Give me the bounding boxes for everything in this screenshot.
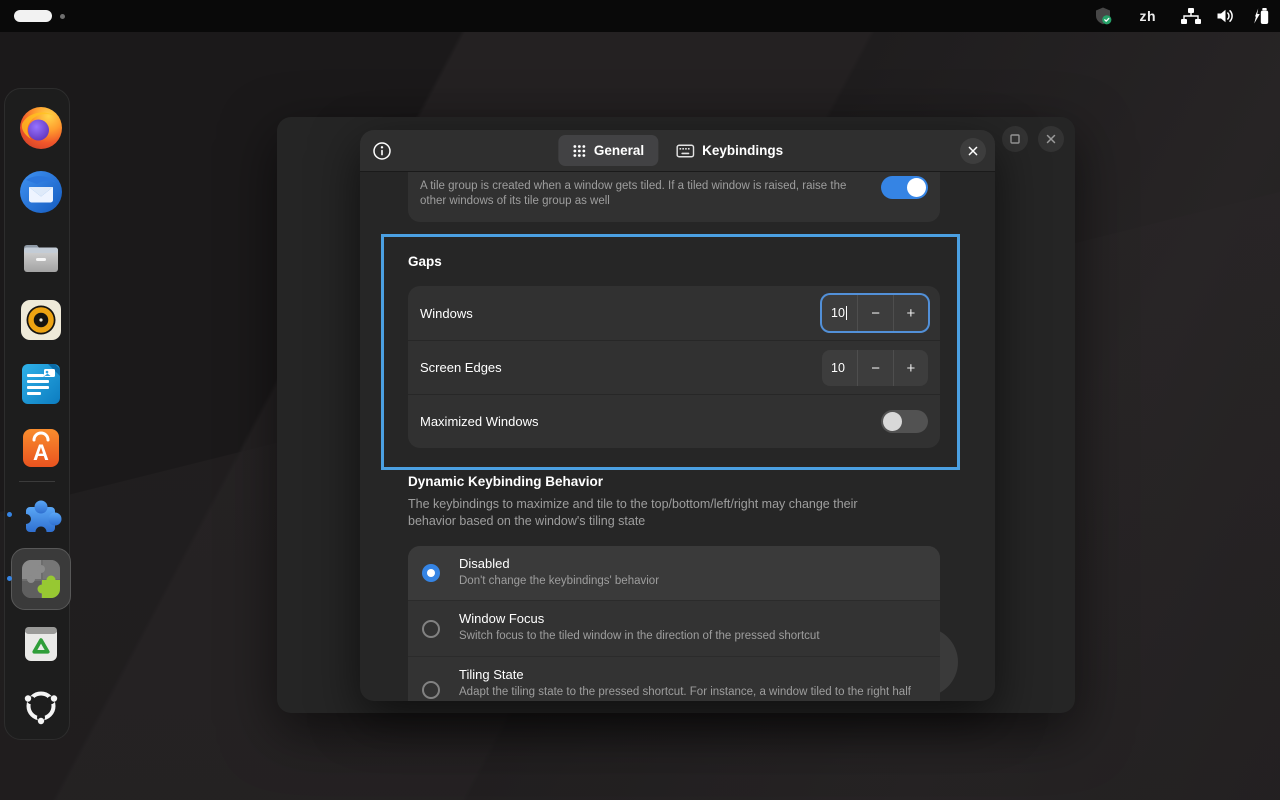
view-switcher: General Keybindings	[558, 135, 797, 166]
dock-item-trash[interactable]	[17, 620, 65, 668]
svg-text:A: A	[33, 440, 49, 465]
option-disabled-row[interactable]: Disabled Don't change the keybindings' b…	[408, 546, 940, 600]
gaps-windows-row: Windows 10 − +	[408, 286, 940, 340]
windows-gap-spinbutton[interactable]: 10 − +	[822, 295, 928, 331]
raise-tiles-toggle[interactable]	[881, 176, 928, 199]
files-icon	[17, 232, 65, 280]
gaps-card: Windows 10 − + Screen Edges 10 − +	[408, 286, 940, 448]
tiling-assistant-icon	[17, 555, 65, 603]
battery-charging-icon[interactable]	[1248, 6, 1270, 26]
info-icon	[372, 141, 392, 161]
option-subtitle: Adapt the tiling state to the pressed sh…	[459, 685, 928, 701]
radio-unselected-icon[interactable]	[422, 620, 440, 638]
rhythmbox-icon	[17, 296, 65, 344]
dock-item-rhythmbox[interactable]	[17, 296, 65, 344]
gaps-maximized-row: Maximized Windows	[408, 394, 940, 448]
dock-item-files[interactable]	[17, 232, 65, 280]
keybinding-behavior-list: Disabled Don't change the keybindings' b…	[408, 546, 940, 701]
option-tiling-state-row[interactable]: Tiling State Adapt the tiling state to t…	[408, 656, 940, 701]
ubuntu-logo-icon	[17, 682, 65, 730]
raise-tiles-row: Raise tiles together A tile group is cre…	[408, 171, 940, 222]
running-indicator-tiling-assistant	[7, 576, 12, 581]
windows-gap-increment-button[interactable]: +	[893, 295, 928, 331]
volume-icon[interactable]	[1215, 6, 1235, 26]
dynamic-keybinding-description: The keybindings to maximize and tile to …	[408, 496, 888, 530]
raise-tiles-title: Raise tiles together	[420, 171, 928, 173]
tab-general-label: General	[594, 143, 644, 158]
tab-keybindings-label: Keybindings	[702, 143, 783, 158]
trash-icon	[17, 620, 65, 668]
screen-edges-value[interactable]: 10	[822, 350, 857, 386]
firefox-icon	[17, 104, 65, 152]
about-button[interactable]	[369, 138, 395, 164]
close-icon	[1045, 133, 1057, 145]
option-title: Tiling State	[459, 666, 928, 683]
running-indicator-extensions	[7, 512, 12, 517]
tab-keybindings[interactable]: Keybindings	[662, 135, 797, 166]
extensions-puzzle-icon	[17, 491, 65, 539]
tiling-assistant-settings-dialog: Raise tiles together A tile group is cre…	[360, 130, 995, 701]
windows-gap-value[interactable]: 10	[822, 295, 857, 331]
grid-icon	[572, 144, 586, 158]
thunderbird-icon	[17, 168, 65, 216]
dock: A	[4, 88, 70, 740]
top-bar: zh	[0, 0, 1280, 32]
radio-unselected-icon[interactable]	[422, 681, 440, 699]
shield-status-icon[interactable]	[1093, 6, 1113, 26]
dock-item-extensions[interactable]	[17, 491, 65, 539]
workspace-indicator-dot	[60, 14, 65, 19]
screen-edges-increment-button[interactable]: +	[893, 350, 928, 386]
dynamic-keybinding-heading: Dynamic Keybinding Behavior	[408, 474, 603, 489]
radio-selected-icon[interactable]	[422, 564, 440, 582]
option-subtitle: Switch focus to the tiled window in the …	[459, 629, 928, 644]
dock-item-libreoffice-writer[interactable]	[17, 360, 65, 408]
raise-tiles-subtitle: A tile group is created when a window ge…	[420, 179, 872, 209]
maximized-windows-toggle[interactable]	[881, 410, 928, 433]
network-icon[interactable]	[1180, 7, 1202, 25]
toggle-knob	[883, 412, 902, 431]
dock-item-app-center[interactable]: A	[17, 424, 65, 472]
screen-edges-decrement-button[interactable]: −	[857, 350, 892, 386]
window-close-button[interactable]	[1038, 126, 1064, 152]
gaps-screen-edges-row: Screen Edges 10 − +	[408, 340, 940, 394]
dock-item-tiling-assistant[interactable]	[17, 555, 65, 603]
dock-item-firefox[interactable]	[17, 104, 65, 152]
desktop: Raise tiles together A tile group is cre…	[0, 0, 1280, 800]
close-icon	[967, 145, 979, 157]
system-tray: zh	[1093, 0, 1270, 32]
option-window-focus-row[interactable]: Window Focus Switch focus to the tiled w…	[408, 600, 940, 656]
input-language-indicator[interactable]: zh	[1139, 8, 1156, 24]
gaps-windows-label: Windows	[420, 306, 473, 321]
screen-edges-label: Screen Edges	[420, 360, 502, 375]
app-center-icon: A	[17, 424, 65, 472]
activities-pill[interactable]	[14, 10, 52, 22]
windows-gap-decrement-button[interactable]: −	[857, 295, 892, 331]
gaps-heading: Gaps	[408, 254, 442, 269]
dock-separator	[19, 481, 55, 482]
tab-general[interactable]: General	[558, 135, 658, 166]
maximized-windows-label: Maximized Windows	[420, 414, 538, 429]
text-cursor	[846, 306, 847, 320]
option-subtitle: Don't change the keybindings' behavior	[459, 574, 928, 589]
libreoffice-writer-icon	[17, 360, 65, 408]
toggle-knob	[907, 178, 926, 197]
screen-edges-spinbutton[interactable]: 10 − +	[822, 350, 928, 386]
dialog-content: Raise tiles together A tile group is cre…	[360, 171, 995, 701]
maximize-button[interactable]	[1002, 126, 1028, 152]
keyboard-icon	[676, 144, 694, 158]
option-title: Disabled	[459, 555, 928, 572]
dock-item-ubuntu[interactable]	[17, 682, 65, 730]
maximize-icon	[1009, 133, 1021, 145]
dialog-header: General Keybindings	[360, 130, 995, 171]
dock-item-thunderbird[interactable]	[17, 168, 65, 216]
option-title: Window Focus	[459, 610, 928, 627]
dialog-close-button[interactable]	[960, 138, 986, 164]
